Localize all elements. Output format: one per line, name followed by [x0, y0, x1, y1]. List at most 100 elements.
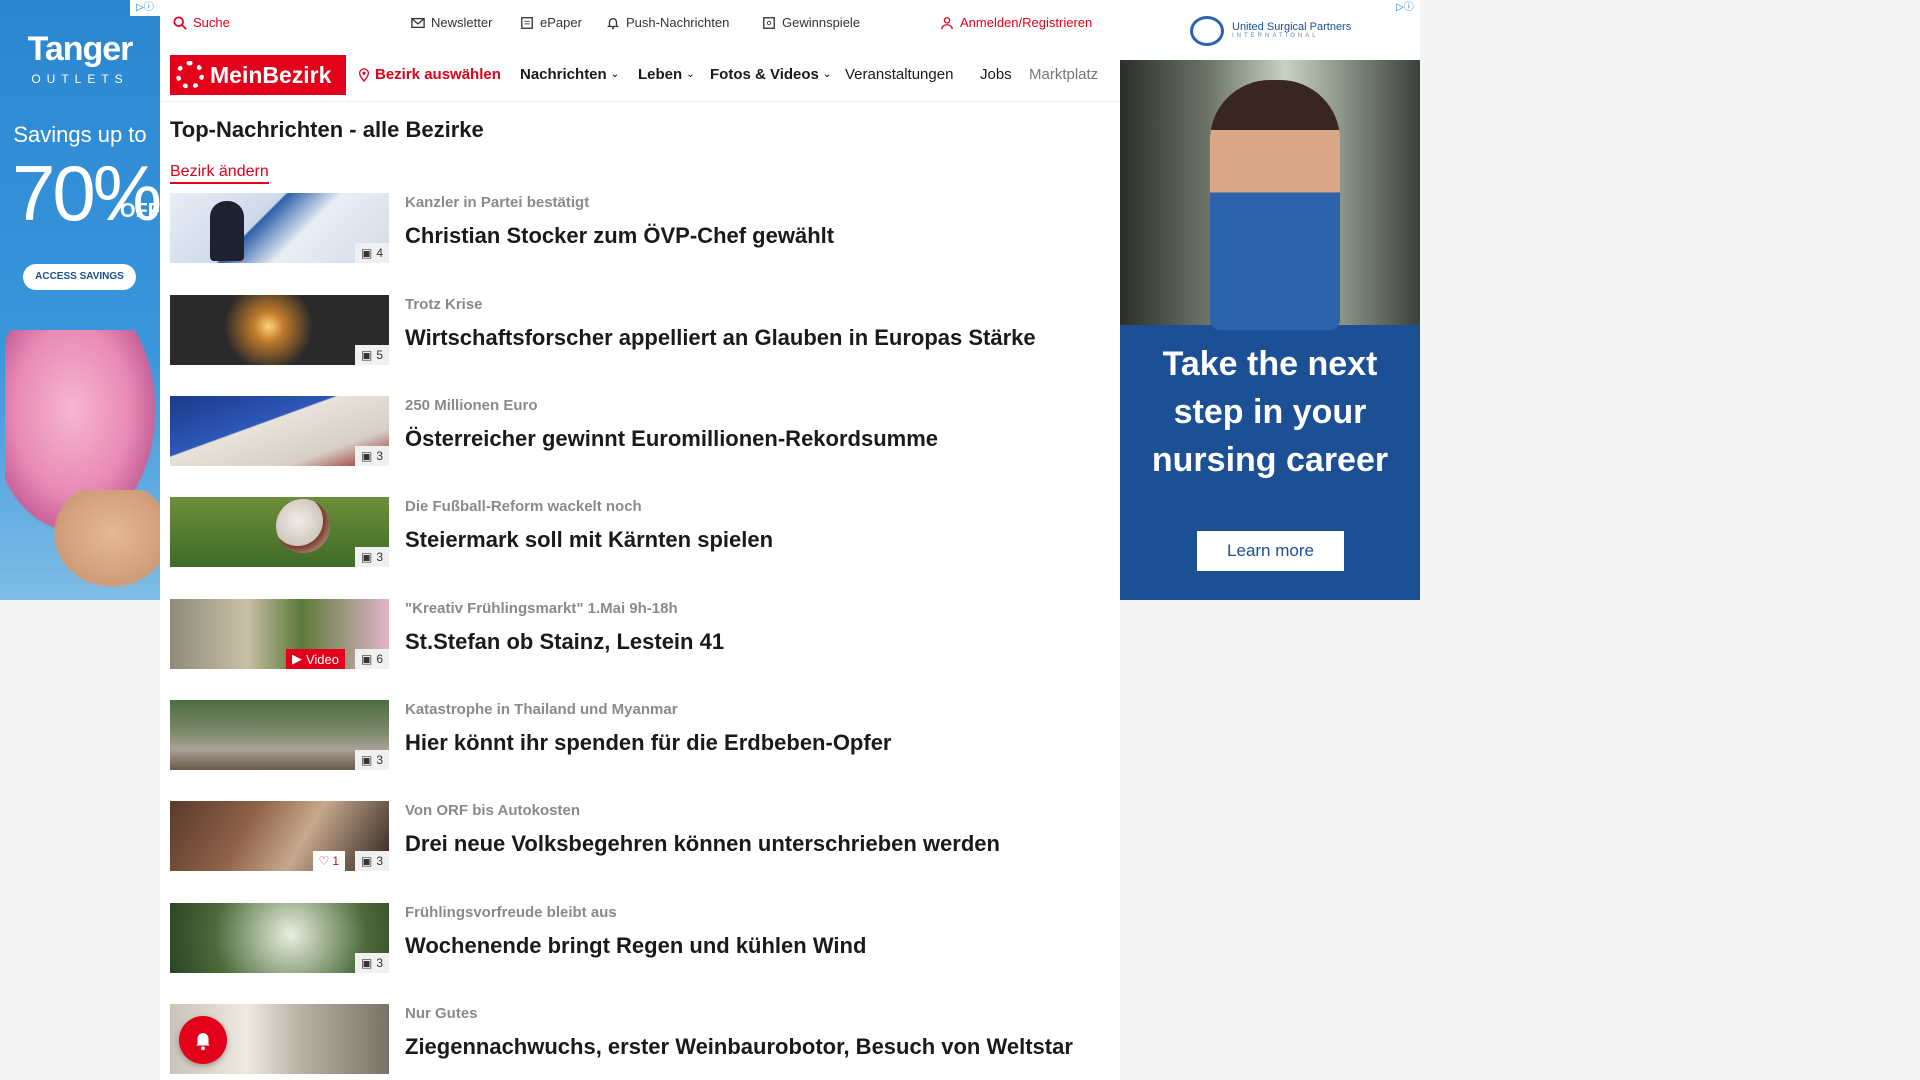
photo-count-badge: ▣ 4: [354, 243, 389, 263]
image-icon: ▣: [360, 854, 373, 868]
ad-access-savings-button[interactable]: ACCESS SAVINGS: [23, 264, 136, 290]
meinbezirk-logo[interactable]: MeinBezirk: [170, 55, 346, 95]
push-link[interactable]: Push-Nachrichten: [606, 15, 729, 30]
video-badge: ▶ Video: [285, 649, 345, 669]
ad-headline-line-3: nursing career: [1151, 441, 1389, 479]
epaper-link[interactable]: ePaper: [520, 15, 582, 30]
ad-savings-line: Savings up to: [13, 122, 147, 147]
nav-photos[interactable]: Fotos & Videos ⌄: [710, 66, 831, 83]
nav-market[interactable]: Marktplatz: [1029, 66, 1115, 83]
games-link[interactable]: Gewinnspiele: [762, 15, 860, 30]
ad-learn-more-button[interactable]: Learn more: [1197, 531, 1344, 571]
article-item[interactable]: Nur Gutes Ziegennachwuchs, erster Weinba…: [170, 1004, 1110, 1076]
games-label: Gewinnspiele: [782, 15, 861, 30]
article-headline[interactable]: Christian Stocker zum ÖVP-Chef gewählt: [405, 221, 1110, 251]
search-icon: [173, 15, 187, 30]
article-item[interactable]: ▣ 3 Die Fußball-Reform wackelt noch Steie…: [170, 497, 1110, 569]
article-item[interactable]: ▣ 5 Trotz Krise Wirtschaftsforscher appel…: [170, 295, 1110, 367]
article-item[interactable]: ▣ 3 250 Millionen Euro Österreicher gewin…: [170, 396, 1110, 468]
article-item[interactable]: ▶ Video ▣ 6 "Kreativ Frühlingsmarkt" 1.Mai…: [170, 599, 1110, 671]
image-icon: ▣: [360, 449, 373, 463]
photo-count-badge: ▣ 6: [354, 649, 389, 669]
district-select-label: Bezirk auswählen: [375, 66, 501, 83]
district-select[interactable]: Bezirk auswählen: [357, 66, 501, 83]
newsletter-link[interactable]: Newsletter: [411, 15, 492, 30]
change-district-link[interactable]: Bezirk ändern: [170, 163, 269, 184]
nav-jobs-label: Jobs: [980, 66, 1012, 83]
article-item[interactable]: ▣ 4 Kanzler in Partei bestätigt Christian…: [170, 193, 1110, 265]
top-utility-bar: Suche Newsletter ePaper Push-Nachrichten…: [160, 0, 1120, 46]
section-title: Top-Nachrichten - alle Bezirke: [170, 117, 484, 142]
thumbnail-ball: [276, 499, 330, 553]
article-thumbnail[interactable]: ▣ 3: [170, 903, 389, 973]
ad-headline: Take the next step in your nursing caree…: [1120, 340, 1420, 484]
bell-icon: [607, 17, 619, 29]
article-thumbnail[interactable]: ▣ 4: [170, 193, 389, 263]
article-thumbnail[interactable]: ▣ 3: [170, 396, 389, 466]
like-count: 1: [332, 854, 339, 868]
push-label: Push-Nachrichten: [626, 15, 730, 30]
photo-count: 4: [376, 246, 383, 260]
envelope-icon: [411, 17, 425, 28]
login-link[interactable]: Anmelden/Registrieren: [940, 15, 1092, 30]
tanger-outlets-ad[interactable]: ▷ⓘ Tanger OUTLETS Savings up to 70% OFF …: [0, 0, 160, 600]
article-headline[interactable]: Wirtschaftsforscher appelliert an Glaube…: [405, 323, 1110, 353]
nav-events[interactable]: Veranstaltungen: [845, 66, 953, 83]
photo-count: 3: [376, 550, 383, 564]
article-thumbnail[interactable]: ▶ Video ▣ 6: [170, 599, 389, 669]
image-icon: ▣: [360, 652, 373, 666]
chevron-down-icon: ⌄: [822, 69, 832, 80]
article-item[interactable]: ♡ 1 ▣ 3 Von ORF bis Autokosten Drei neue V…: [170, 801, 1110, 873]
image-icon: ▣: [360, 348, 373, 362]
ad-nurse-image: [1210, 80, 1340, 330]
photo-count: 3: [376, 956, 383, 970]
newsletter-label: Newsletter: [431, 15, 493, 30]
photo-count: 5: [376, 348, 383, 362]
article-thumbnail[interactable]: ▣ 5: [170, 295, 389, 365]
article-headline[interactable]: Hier könnt ihr spenden für die Erdbeben-…: [405, 728, 1110, 758]
article-headline[interactable]: Wochenende bringt Regen und kühlen Wind: [405, 931, 1110, 961]
ad-choices-icon[interactable]: ▷ⓘ: [130, 0, 160, 16]
article-kicker: Katastrophe in Thailand und Myanmar: [405, 701, 678, 718]
chevron-down-icon: ⌄: [610, 69, 620, 80]
article-thumbnail[interactable]: ▣ 3: [170, 700, 389, 770]
photo-count-badge: ▣ 3: [354, 547, 389, 567]
ad-brand-sub: OUTLETS: [31, 72, 129, 86]
article-thumbnail[interactable]: ♡ 1 ▣ 3: [170, 801, 389, 871]
nav-life[interactable]: Leben ⌄: [638, 66, 695, 83]
nav-jobs[interactable]: Jobs: [980, 66, 1012, 83]
ad-brand-name: Tanger: [27, 30, 134, 68]
photo-count: 3: [376, 753, 383, 767]
search-label: Suche: [193, 15, 230, 30]
search-link[interactable]: Suche: [173, 15, 230, 30]
uspi-nursing-ad[interactable]: United Surgical Partners INTERNATIONAL ▷…: [1120, 0, 1420, 600]
article-headline[interactable]: Österreicher gewinnt Euromillionen-Rekor…: [405, 424, 1110, 454]
article-headline[interactable]: Ziegennachwuchs, erster Weinbaurobotor, …: [405, 1032, 1110, 1062]
article-kicker: "Kreativ Frühlingsmarkt" 1.Mai 9h-18h: [405, 600, 678, 617]
article-item[interactable]: ▣ 3 Katastrophe in Thailand und Myanmar H…: [170, 700, 1110, 772]
article-kicker: Kanzler in Partei bestätigt: [405, 194, 590, 211]
article-kicker: 250 Millionen Euro: [405, 397, 538, 414]
article-kicker: Frühlingsvorfreude bleibt aus: [405, 904, 617, 921]
ad-logo-bar: United Surgical Partners INTERNATIONAL ▷…: [1120, 0, 1420, 60]
notification-bell-button[interactable]: [179, 1016, 227, 1064]
image-icon: ▣: [360, 753, 373, 767]
video-label: Video: [305, 651, 339, 667]
location-pin-icon: [358, 67, 370, 82]
image-icon: ▣: [360, 246, 373, 260]
ad-savings-value: 70%: [12, 149, 160, 237]
main-navigation: MeinBezirk Bezirk auswählen Nachrichten …: [160, 46, 1120, 102]
article-item[interactable]: ▣ 3 Frühlingsvorfreude bleibt aus Wochene…: [170, 903, 1110, 975]
ad-headline-line-1: Take the next: [1162, 345, 1378, 383]
article-headline[interactable]: St.Stefan ob Stainz, Lestein 41: [405, 627, 1110, 657]
photo-count-badge: ▣ 3: [354, 446, 389, 466]
article-headline[interactable]: Drei neue Volksbegehren können unterschr…: [405, 829, 1110, 859]
nav-news[interactable]: Nachrichten ⌄: [520, 66, 619, 83]
article-kicker: Nur Gutes: [405, 1005, 478, 1022]
article-thumbnail[interactable]: ▣ 3: [170, 497, 389, 567]
photo-count: 6: [376, 652, 383, 666]
photo-count: 3: [376, 449, 383, 463]
ad-choices-icon[interactable]: ▷ⓘ: [1390, 0, 1420, 16]
ad-logo-sub: INTERNATIONAL: [1232, 33, 1319, 39]
article-headline[interactable]: Steiermark soll mit Kärnten spielen: [405, 525, 1110, 555]
